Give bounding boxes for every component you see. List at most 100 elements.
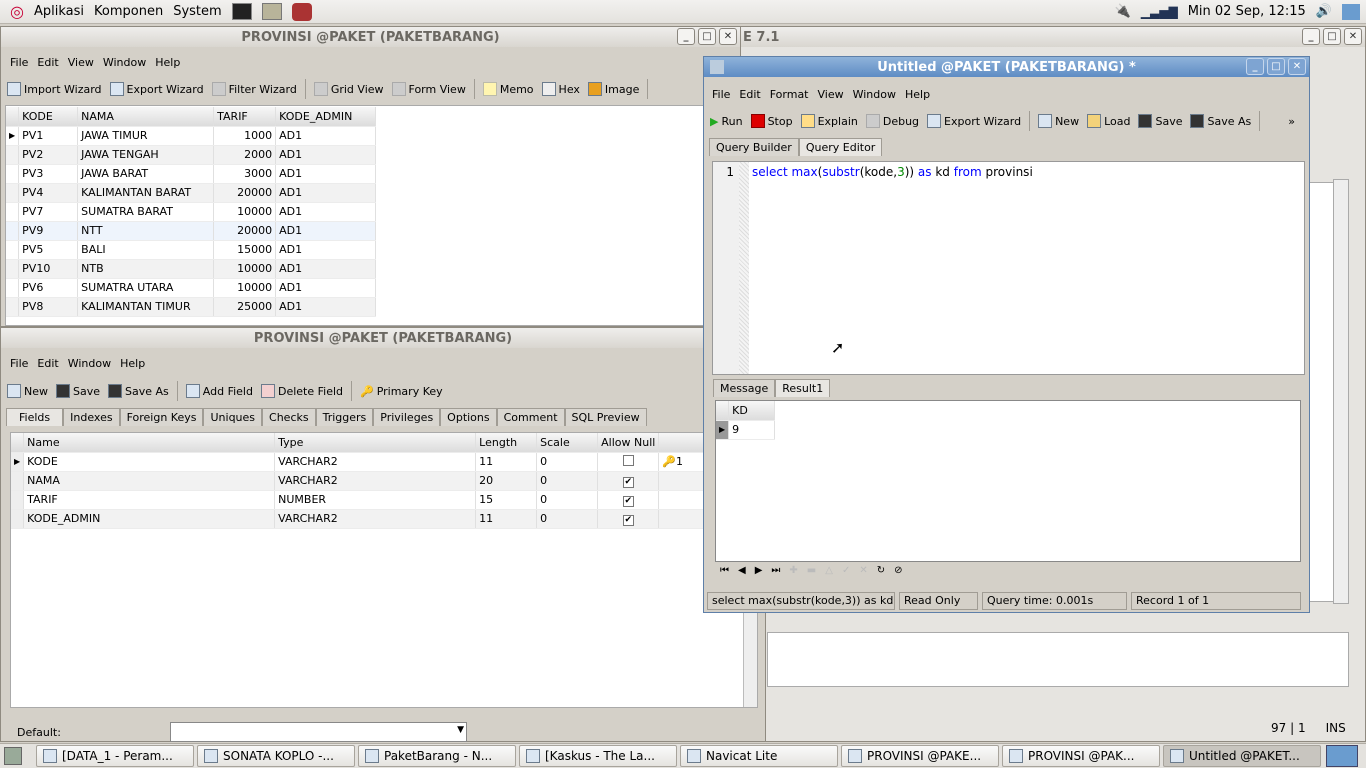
next-record-icon[interactable]: ▶ [755, 565, 763, 576]
default-combobox[interactable]: ▼ [170, 722, 467, 742]
menu-format[interactable]: Format [770, 88, 809, 101]
field-scale[interactable]: 0 [536, 509, 599, 529]
maximize-button[interactable]: □ [1267, 58, 1285, 75]
new-button[interactable]: New [1038, 114, 1079, 128]
cell[interactable]: 15000 [213, 240, 277, 260]
delete-field-button[interactable]: Delete Field [260, 384, 343, 398]
form-view-button[interactable]: Form View [391, 82, 466, 96]
field-type[interactable]: VARCHAR2 [274, 471, 477, 491]
cell[interactable]: PV5 [18, 240, 79, 260]
menu-view[interactable]: View [818, 88, 844, 101]
minimize-button[interactable]: _ [1246, 58, 1264, 75]
cell[interactable]: KALIMANTAN TIMUR [77, 297, 215, 317]
clock[interactable]: Min 02 Sep, 12:15 [1188, 4, 1306, 19]
menu-edit[interactable]: Edit [37, 56, 58, 69]
tab-query-builder[interactable]: Query Builder [709, 138, 799, 156]
taskbar-button[interactable]: PaketBarang - N... [358, 745, 516, 767]
cell[interactable]: PV9 [18, 221, 79, 241]
cell[interactable]: 2000 [213, 145, 277, 165]
cell[interactable]: PV6 [18, 278, 79, 298]
tab-indexes[interactable]: Indexes [63, 408, 120, 426]
column-header[interactable]: KODE [18, 107, 79, 127]
minimize-button[interactable]: _ [1302, 28, 1320, 45]
cell[interactable]: 20000 [213, 221, 277, 241]
result-cell[interactable]: 9 [728, 420, 776, 440]
field-length[interactable]: 11 [475, 452, 538, 472]
table-row[interactable]: PV2 JAWA TENGAH 2000 AD1 [6, 145, 377, 165]
cell[interactable]: PV4 [18, 183, 79, 203]
network-icon[interactable]: ▁▃▅▇ [1141, 5, 1178, 19]
cell[interactable]: AD1 [275, 183, 377, 203]
field-scale[interactable]: 0 [536, 490, 599, 510]
cell[interactable]: 10000 [213, 259, 277, 279]
table-row[interactable]: PV7 SUMATRA BARAT 10000 AD1 [6, 202, 377, 222]
field-name[interactable]: NAMA [23, 471, 276, 491]
menu-edit[interactable]: Edit [739, 88, 760, 101]
overflow-chevron-icon[interactable]: » [1288, 115, 1295, 128]
cell[interactable]: KALIMANTAN BARAT [77, 183, 215, 203]
cancel-icon[interactable]: ✕ [859, 565, 867, 576]
table-row[interactable]: PV3 JAWA BARAT 3000 AD1 [6, 164, 377, 184]
column-header[interactable]: Allow Null [597, 433, 660, 453]
cell[interactable]: SUMATRA UTARA [77, 278, 215, 298]
menu-edit[interactable]: Edit [37, 357, 58, 370]
tab-checks[interactable]: Checks [262, 408, 316, 426]
taskbar-button[interactable]: SONATA KOPLO -... [197, 745, 355, 767]
add-field-button[interactable]: Add Field [185, 384, 253, 398]
minimize-button[interactable]: _ [677, 28, 695, 45]
taskbar-button[interactable]: PROVINSI @PAKE... [841, 745, 999, 767]
menu-view[interactable]: View [68, 56, 94, 69]
cell[interactable]: PV8 [18, 297, 79, 317]
column-header[interactable]: Type [274, 433, 477, 453]
tab-sql-preview[interactable]: SQL Preview [564, 408, 647, 426]
field-length[interactable]: 11 [475, 509, 538, 529]
field-row[interactable]: NAMA VARCHAR2 20 0 ✔ [11, 471, 720, 491]
load-button[interactable]: Load [1087, 114, 1130, 128]
close-button[interactable]: ✕ [1288, 58, 1306, 75]
field-length[interactable]: 20 [475, 471, 538, 491]
cell[interactable]: 10000 [213, 202, 277, 222]
column-header[interactable]: NAMA [77, 107, 215, 127]
menu-window[interactable]: Window [103, 56, 146, 69]
field-row[interactable]: ▶ KODE VARCHAR2 11 0 🔑1 [11, 452, 720, 472]
menu-help[interactable]: Help [120, 357, 145, 370]
taskbar-button[interactable]: Untitled @PAKET... [1163, 745, 1321, 767]
tab-comment[interactable]: Comment [496, 408, 565, 426]
cell[interactable]: AD1 [275, 202, 377, 222]
tab-triggers[interactable]: Triggers [315, 408, 374, 426]
sql-editor[interactable]: 1 select max(substr(kode,3)) as kd from … [712, 161, 1305, 375]
cell[interactable]: PV3 [18, 164, 79, 184]
cell[interactable]: SUMATRA BARAT [77, 202, 215, 222]
save-button[interactable]: Save [56, 384, 100, 398]
menu-system[interactable]: System [173, 4, 221, 19]
primary-key-button[interactable]: 🔑 Primary Key [360, 385, 443, 398]
tab-fields[interactable]: Fields [6, 408, 64, 426]
delete-record-icon[interactable]: ▬ [807, 565, 816, 576]
close-button[interactable]: ✕ [1344, 28, 1362, 45]
image-button[interactable]: Image [587, 82, 639, 96]
cell[interactable]: PV10 [18, 259, 79, 279]
hex-button[interactable]: Hex [541, 82, 580, 96]
cell[interactable]: AD1 [275, 145, 377, 165]
cell[interactable]: NTT [77, 221, 215, 241]
cell[interactable]: 10000 [213, 278, 277, 298]
power-icon[interactable]: 🔌 [1115, 4, 1131, 19]
table-row[interactable]: ▶ PV1 JAWA TIMUR 1000 AD1 [6, 126, 377, 146]
field-length[interactable]: 15 [475, 490, 538, 510]
maximize-button[interactable]: □ [698, 28, 716, 45]
save-button[interactable]: Save [1138, 114, 1182, 128]
menu-help[interactable]: Help [155, 56, 180, 69]
tab-uniques[interactable]: Uniques [203, 408, 263, 426]
cell[interactable]: AD1 [275, 240, 377, 260]
field-name[interactable]: KODE_ADMIN [23, 509, 276, 529]
export-wizard-button[interactable]: Export Wizard [109, 82, 204, 96]
run-button[interactable]: ▶ Run [710, 115, 743, 128]
tab-privileges[interactable]: Privileges [373, 408, 441, 426]
cell[interactable]: JAWA TIMUR [77, 126, 215, 146]
apply-icon[interactable]: ✓ [842, 565, 850, 576]
column-header-kd[interactable]: KD [728, 401, 776, 421]
table-row[interactable]: PV8 KALIMANTAN TIMUR 25000 AD1 [6, 297, 377, 317]
field-row[interactable]: KODE_ADMIN VARCHAR2 11 0 ✔ [11, 509, 720, 529]
cell[interactable]: 3000 [213, 164, 277, 184]
close-button[interactable]: ✕ [719, 28, 737, 45]
